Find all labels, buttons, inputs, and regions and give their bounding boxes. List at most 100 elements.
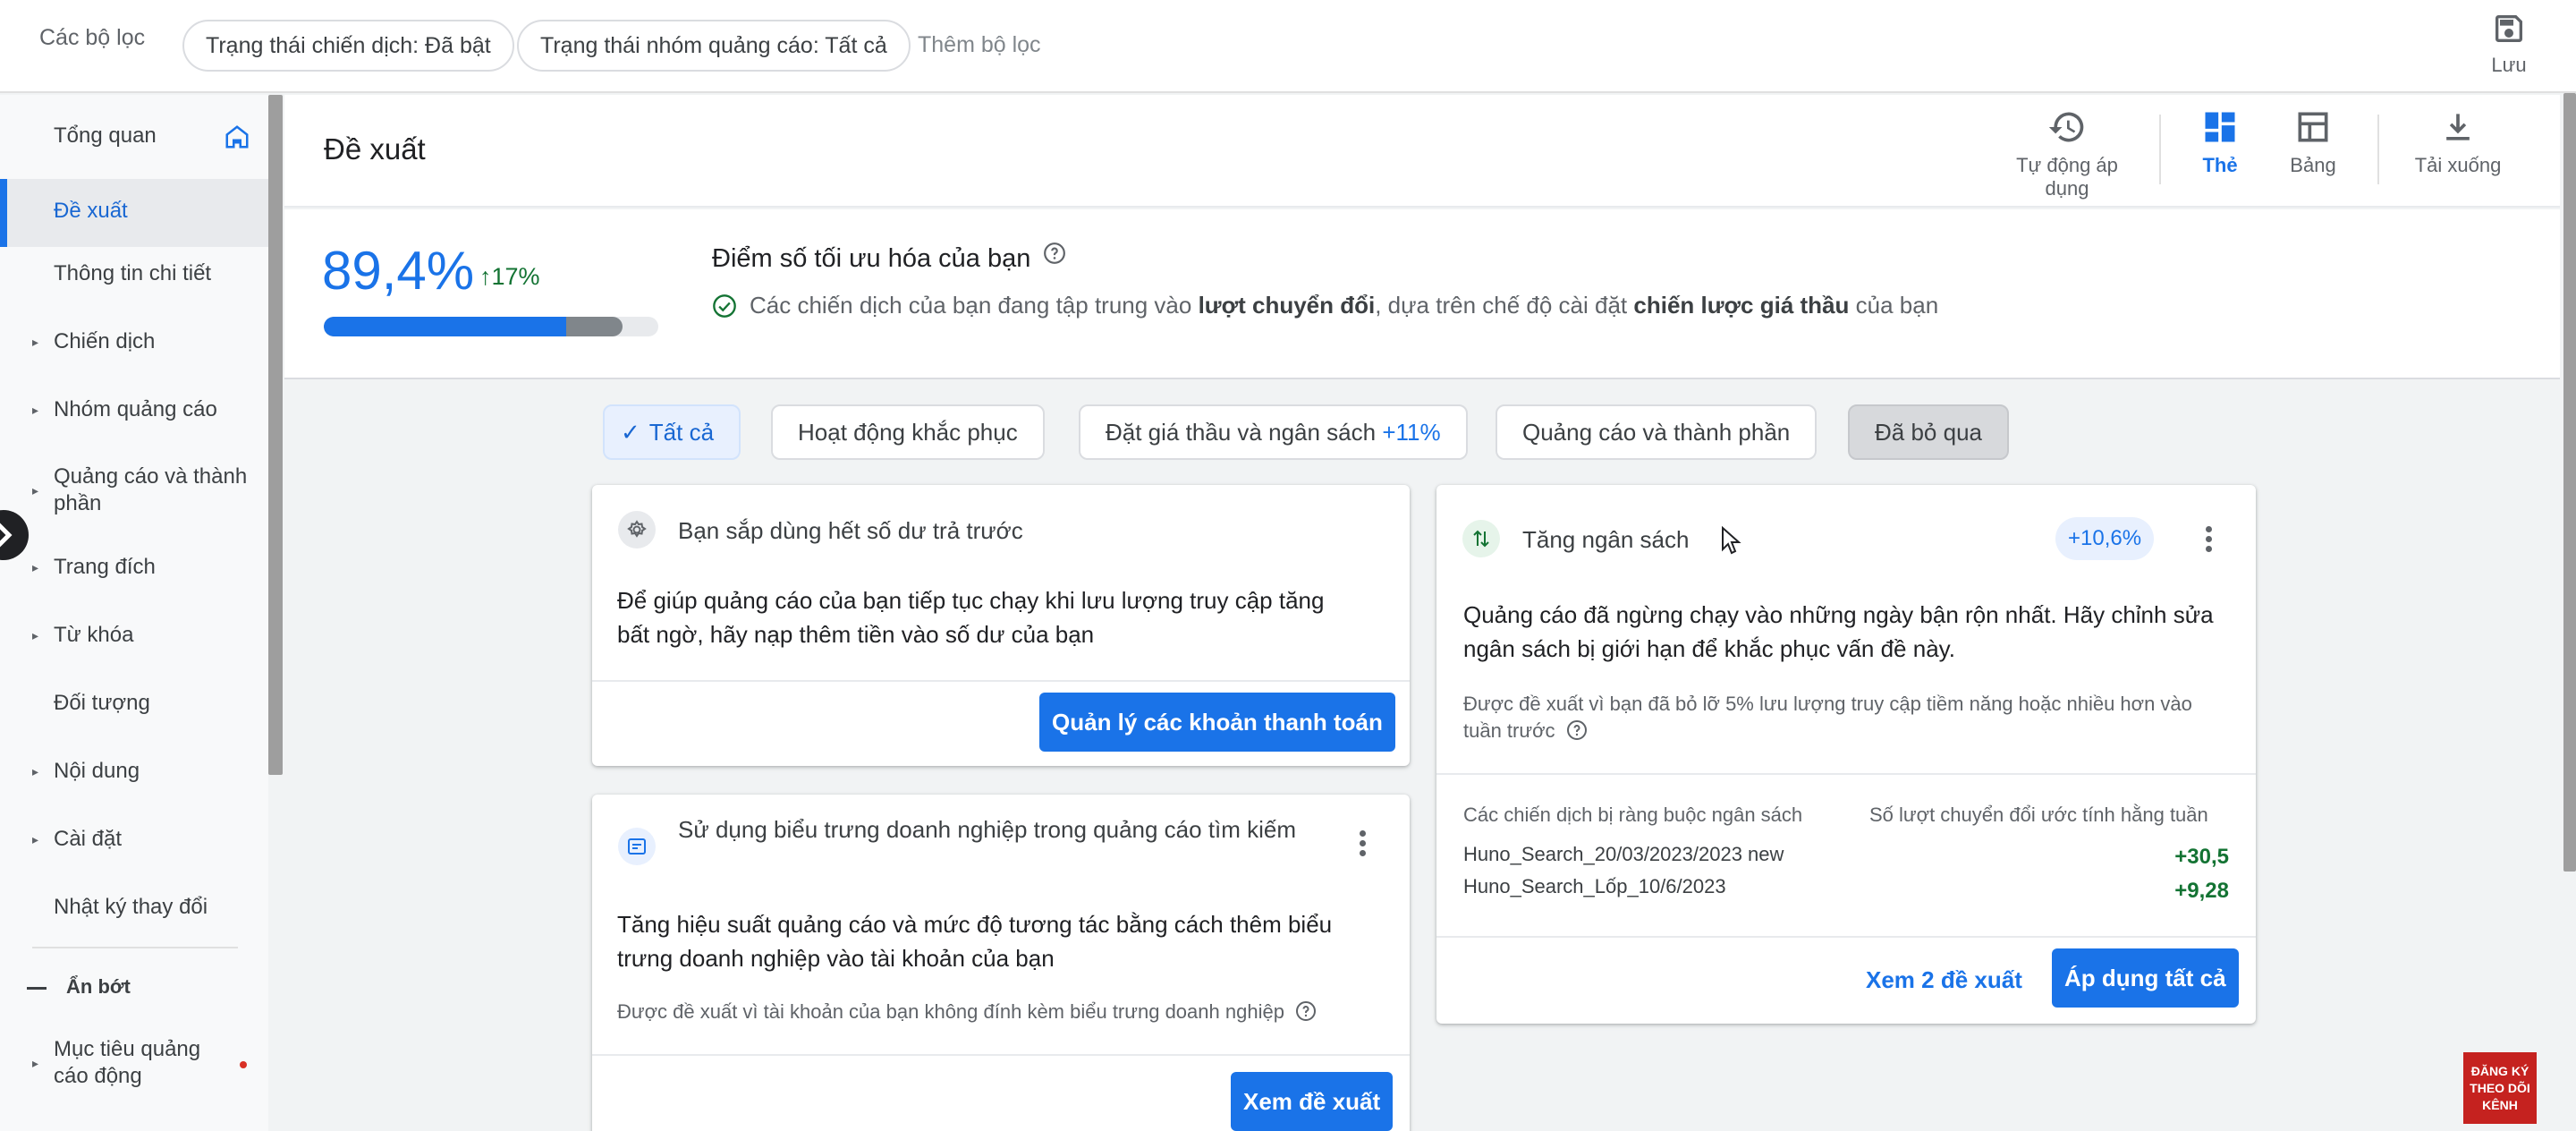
help-icon[interactable]: [1295, 1000, 1317, 1022]
card-divider: [1436, 936, 2256, 938]
card-body: Để giúp quảng cáo của bạn tiếp tục chạy …: [617, 587, 1325, 648]
header-separator: [2159, 115, 2161, 184]
sidebar-item-dynamic-ad-targets[interactable]: ▸ Mục tiêu quảng cáo động: [0, 1036, 268, 1093]
check-icon: ✓: [621, 419, 640, 446]
page-scrollbar[interactable]: [2563, 93, 2576, 872]
uplift-badge: +10,6%: [2055, 517, 2155, 560]
sidebar-item-label: Nội dung: [54, 759, 140, 783]
caret-right-icon: ▸: [32, 832, 39, 846]
table-icon: [2298, 112, 2328, 142]
filter-chip-adgroup-status[interactable]: Trạng thái nhóm quảng cáo: Tất cả: [517, 20, 911, 72]
category-tab-label: Quảng cáo và thành phần: [1522, 419, 1791, 446]
sidebar-item-label: Thông tin chi tiết: [54, 261, 212, 285]
card-note: Được đề xuất vì tài khoản của bạn không …: [617, 999, 1317, 1025]
filter-chip-campaign-status[interactable]: Trạng thái chiến dịch: Đã bật: [182, 20, 514, 72]
sidebar-item-campaigns[interactable]: ▸ Chiến dịch: [0, 329, 268, 365]
save-button[interactable]: Lưu: [2469, 11, 2549, 86]
sidebar-item-content[interactable]: ▸ Nội dung: [0, 759, 268, 795]
subscribe-line: KÊNH: [2482, 1098, 2518, 1112]
settings-gear-icon: [618, 511, 656, 548]
category-tab-dismissed[interactable]: Đã bỏ qua: [1848, 404, 2009, 460]
card-divider: [1436, 773, 2256, 775]
card-divider: [592, 1054, 1410, 1056]
sidebar-item-label: Đề xuất: [54, 199, 128, 223]
category-tab-all[interactable]: ✓ Tất cả: [603, 404, 741, 460]
alert-dot-icon: [240, 1061, 247, 1068]
save-label: Lưu: [2491, 54, 2527, 76]
sidebar-item-label: Chiến dịch: [54, 329, 156, 353]
category-tab-label: Đã bỏ qua: [1875, 419, 1982, 446]
sidebar-show-less[interactable]: Ẩn bớt: [0, 975, 268, 1011]
sidebar-item-label: Tổng quan: [54, 123, 157, 148]
recommendation-card-business-logo: Sử dụng biểu trưng doanh nghiệp trong qu…: [592, 795, 1410, 1131]
sidebar-item-audiences[interactable]: Đối tượng: [0, 691, 268, 727]
help-icon[interactable]: [1043, 242, 1066, 265]
check-circle-icon: [713, 294, 736, 318]
sidebar-scrollbar[interactable]: [268, 95, 283, 775]
sidebar-item-insights[interactable]: Thông tin chi tiết: [0, 261, 268, 297]
cards-view-button[interactable]: Thẻ: [2184, 107, 2256, 177]
save-icon: [2496, 15, 2522, 42]
optimization-score-value: 89,4%: [322, 241, 475, 301]
table-view-button[interactable]: Bảng: [2277, 107, 2349, 177]
view-recommendation-button[interactable]: Xem đề xuất: [1231, 1072, 1394, 1131]
subscribe-line: THEO DÕI: [2470, 1081, 2530, 1095]
table-view-label: Bảng: [2290, 154, 2336, 176]
caret-right-icon: ▸: [32, 403, 39, 417]
apply-all-button[interactable]: Áp dụng tất cả: [2052, 948, 2239, 1008]
sidebar-item-ad-groups[interactable]: ▸ Nhóm quảng cáo: [0, 397, 268, 433]
more-options-icon[interactable]: [1349, 827, 1376, 863]
table-cell-campaign[interactable]: Huno_Search_20/03/2023/2023 new: [1463, 843, 1784, 866]
sidebar-item-recommendations[interactable]: Đề xuất: [0, 179, 268, 247]
table-header-conversions: Số lượt chuyển đổi ước tính hằng tuần: [1869, 804, 2208, 826]
sidebar-item-label: Cài đặt: [54, 827, 123, 851]
manage-payments-button[interactable]: Quản lý các khoản thanh toán: [1039, 693, 1395, 752]
auto-apply-button[interactable]: Tự động áp dụng: [2000, 107, 2134, 200]
add-filter-link[interactable]: Thêm bộ lọc: [918, 32, 1041, 58]
category-tab-fixes[interactable]: Hoạt động khắc phục: [771, 404, 1045, 460]
caret-right-icon: ▸: [32, 764, 39, 778]
download-icon: [2446, 114, 2470, 140]
sidebar-divider: [32, 947, 238, 948]
caret-right-icon: ▸: [32, 1056, 39, 1070]
card-title: Bạn sắp dùng hết số dư trả trước: [678, 517, 1023, 544]
optimization-score-bar: [324, 317, 658, 336]
download-button[interactable]: Tải xuống: [2404, 107, 2512, 177]
card-title: Tăng ngân sách: [1522, 526, 1690, 553]
view-recommendations-link[interactable]: Xem 2 đề xuất: [1866, 966, 2022, 994]
sidebar-item-keywords[interactable]: ▸ Từ khóa: [0, 623, 268, 659]
optimization-score-description: Các chiến dịch của bạn đang tập trung và…: [750, 292, 1939, 319]
table-header-campaigns: Các chiến dịch bị ràng buộc ngân sách: [1463, 804, 1803, 826]
mouse-cursor-icon: [1722, 526, 1741, 555]
table-cell-campaign[interactable]: Huno_Search_Lốp_10/6/2023: [1463, 875, 1726, 898]
recommendation-card-prepaid-balance: Bạn sắp dùng hết số dư trả trước Để giúp…: [592, 485, 1410, 766]
sidebar-item-overview[interactable]: Tổng quan: [0, 123, 268, 168]
category-tab-ads-assets[interactable]: Quảng cáo và thành phần: [1496, 404, 1818, 460]
card-note: Được đề xuất vì bạn đã bỏ lỡ 5% lưu lượn…: [1463, 693, 2192, 742]
table-cell-conversions: +30,5: [2174, 845, 2229, 869]
table-cell-conversions: +9,28: [2174, 879, 2229, 903]
auto-apply-label: Tự động áp dụng: [2016, 154, 2118, 200]
sidebar-item-settings[interactable]: ▸ Cài đặt: [0, 827, 268, 863]
recommendation-card-raise-budget: Tăng ngân sách +10,6% Quảng cáo đã ngừng…: [1436, 485, 2256, 1024]
filter-bar: Các bộ lọc Trạng thái chiến dịch: Đã bật…: [0, 0, 2576, 93]
sidebar-collapse-button[interactable]: [0, 510, 29, 560]
category-tab-label: Tất cả: [648, 419, 715, 446]
sidebar-item-label: Trang đích: [54, 555, 156, 579]
sidebar-item-change-history[interactable]: Nhật ký thay đổi: [0, 895, 268, 931]
caret-right-icon: ▸: [32, 483, 39, 497]
sidebar-item-ads-assets[interactable]: ▸ Quảng cáo và thành phần: [0, 463, 268, 521]
sidebar-item-landing-pages[interactable]: ▸ Trang đích: [0, 555, 268, 591]
more-options-icon[interactable]: [2195, 523, 2222, 558]
page-title: Đề xuất: [324, 132, 426, 166]
subscribe-line: ĐĂNG KÝ: [2470, 1064, 2529, 1078]
card-body: Tăng hiệu suất quảng cáo và mức độ tương…: [617, 911, 1333, 972]
app-root: Các bộ lọc Trạng thái chiến dịch: Đã bật…: [0, 0, 2576, 1131]
caret-right-icon: ▸: [32, 560, 39, 574]
optimization-score-title: Điểm số tối ưu hóa của bạn: [712, 242, 1066, 274]
help-icon[interactable]: [1566, 719, 1588, 741]
category-tab-uplift: +11%: [1382, 419, 1441, 446]
subscribe-badge[interactable]: ĐĂNG KÝ THEO DÕI KÊNH: [2463, 1052, 2537, 1124]
card-divider: [592, 680, 1410, 682]
category-tab-bidding-budgets[interactable]: Đặt giá thầu và ngân sách +11%: [1079, 404, 1468, 460]
